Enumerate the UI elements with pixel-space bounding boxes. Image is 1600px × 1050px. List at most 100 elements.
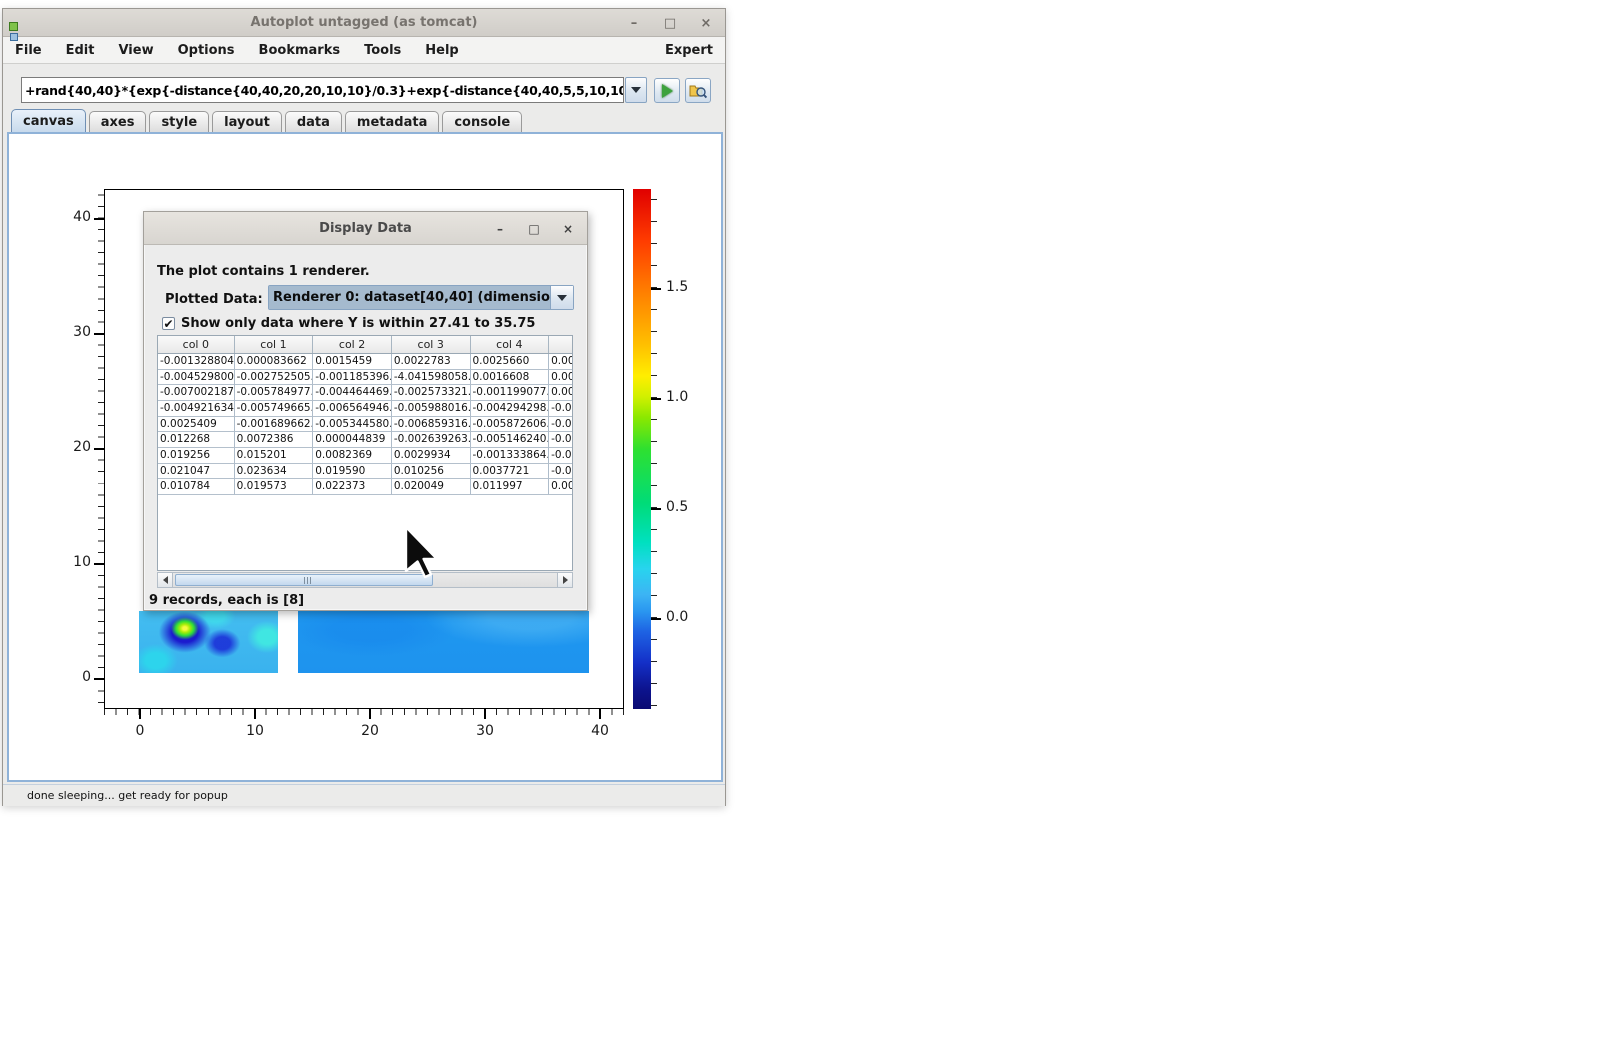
filter-checkbox[interactable]: ✔ bbox=[162, 317, 175, 330]
horizontal-scrollbar[interactable] bbox=[157, 572, 573, 588]
window-titlebar[interactable]: Autoplot untagged (as tomcat) – □ × bbox=[3, 9, 725, 37]
colorbar-major-tick bbox=[651, 618, 661, 620]
uri-dropdown-button[interactable] bbox=[625, 77, 647, 103]
app-window: Autoplot untagged (as tomcat) – □ × File… bbox=[2, 8, 726, 806]
tab-axes[interactable]: axes bbox=[89, 111, 147, 132]
table-cell: 0.012268 bbox=[158, 432, 235, 448]
colorbar-minor-ticks bbox=[651, 189, 657, 709]
plotted-data-combobox[interactable]: Renderer 0: dataset[40,40] (dimension... bbox=[268, 285, 574, 310]
table-cell: -4.041598058... bbox=[392, 370, 471, 386]
heatmap-left-segment[interactable] bbox=[139, 611, 278, 673]
menu-help[interactable]: Help bbox=[425, 43, 458, 58]
table-cell: 0.010784 bbox=[158, 479, 235, 495]
chevron-down-icon bbox=[631, 87, 641, 93]
heatmap-right-segment[interactable] bbox=[298, 611, 589, 673]
table-cell: -0.0 bbox=[549, 432, 572, 448]
table-cell: -0.005146240... bbox=[471, 432, 550, 448]
table-cell: 0.021047 bbox=[158, 464, 235, 480]
tab-canvas[interactable]: canvas bbox=[11, 109, 86, 132]
scrollbar-thumb[interactable] bbox=[175, 574, 433, 586]
plotted-data-selected-value: Renderer 0: dataset[40,40] (dimension... bbox=[269, 286, 551, 309]
table-cell: 0.0015459 bbox=[313, 354, 392, 370]
table-row[interactable]: 0.0025409-0.001689662...-0.005344580...-… bbox=[158, 417, 572, 433]
maximize-icon[interactable]: □ bbox=[659, 12, 681, 34]
data-source-type-icon[interactable] bbox=[9, 22, 19, 44]
table-row[interactable]: -0.001328804...0.0000836620.00154590.002… bbox=[158, 354, 572, 370]
table-row[interactable]: 0.0107840.0195730.0223730.0200490.011997… bbox=[158, 479, 572, 495]
table-cell: -0.005344580... bbox=[313, 417, 392, 433]
x-axis-major-tick bbox=[369, 709, 371, 719]
go-button[interactable] bbox=[654, 78, 680, 103]
screen: Autoplot untagged (as tomcat) – □ × File… bbox=[0, 0, 1600, 1050]
dialog-titlebar[interactable]: Display Data – □ × bbox=[144, 212, 587, 245]
scroll-left-button[interactable] bbox=[158, 573, 173, 587]
table-cell: -0.005784977... bbox=[235, 385, 314, 401]
scroll-right-button[interactable] bbox=[557, 573, 572, 587]
tab-bar: canvas axes style layout data metadata c… bbox=[11, 109, 522, 132]
table-cell: -0.001689662... bbox=[235, 417, 314, 433]
column-header[interactable]: col 2 bbox=[313, 336, 392, 353]
table-cell: -0.005749665... bbox=[235, 401, 314, 417]
close-icon[interactable]: × bbox=[695, 12, 717, 34]
tab-layout[interactable]: layout bbox=[212, 111, 282, 132]
filter-checkbox-row: ✔ Show only data where Y is within 27.41… bbox=[162, 316, 535, 331]
tab-label: metadata bbox=[357, 115, 427, 130]
dialog-title: Display Data bbox=[319, 221, 412, 236]
table-cell: 0.019256 bbox=[158, 448, 235, 464]
minimize-icon[interactable]: – bbox=[623, 12, 645, 34]
table-cell: 0.0082369 bbox=[313, 448, 392, 464]
table-cell: 0.00 bbox=[549, 479, 572, 495]
menu-edit[interactable]: Edit bbox=[66, 43, 95, 58]
column-header[interactable]: col 0 bbox=[158, 336, 235, 353]
inspect-uri-button[interactable] bbox=[685, 78, 711, 103]
table-cell: -0.002573321... bbox=[392, 385, 471, 401]
table-row[interactable]: 0.0192560.0152010.00823690.0029934-0.001… bbox=[158, 448, 572, 464]
table-row[interactable]: 0.0210470.0236340.0195900.0102560.003772… bbox=[158, 464, 572, 480]
x-axis-major-tick bbox=[254, 709, 256, 719]
data-source-blue-square-icon bbox=[10, 33, 18, 41]
tab-data[interactable]: data bbox=[285, 111, 342, 132]
table-cell: 0.0029934 bbox=[392, 448, 471, 464]
x-axis-tick-label: 30 bbox=[465, 723, 505, 739]
data-table[interactable]: col 0col 1col 2col 3col 4 -0.001328804..… bbox=[157, 335, 573, 571]
table-row[interactable]: -0.007002187...-0.005784977...-0.0044644… bbox=[158, 385, 572, 401]
table-cell: -0.001328804... bbox=[158, 354, 235, 370]
data-source-green-square-icon bbox=[9, 22, 18, 31]
menu-bookmarks[interactable]: Bookmarks bbox=[259, 43, 341, 58]
table-row[interactable]: -0.004921634...-0.005749665...-0.0065649… bbox=[158, 401, 572, 417]
column-header[interactable]: col 1 bbox=[235, 336, 314, 353]
tab-console[interactable]: console bbox=[442, 111, 522, 132]
tab-label: style bbox=[161, 115, 197, 130]
colorbar[interactable] bbox=[633, 189, 651, 709]
expert-menu[interactable]: Expert bbox=[665, 43, 713, 58]
table-cell: 0.019573 bbox=[235, 479, 314, 495]
menu-options[interactable]: Options bbox=[178, 43, 235, 58]
renderer-count-text: The plot contains 1 renderer. bbox=[157, 264, 370, 279]
table-cell: 0.022373 bbox=[313, 479, 392, 495]
uri-input[interactable]: +rand{40,40}*{exp{-distance{40,40,20,20,… bbox=[21, 77, 624, 103]
table-cell: -0.007002187... bbox=[158, 385, 235, 401]
table-cell: 0.0016608 bbox=[471, 370, 550, 386]
status-bar: done sleeping... get ready for popup bbox=[3, 784, 725, 806]
tab-metadata[interactable]: metadata bbox=[345, 111, 439, 132]
column-header[interactable] bbox=[549, 336, 572, 353]
x-axis-major-tick bbox=[599, 709, 601, 719]
menu-view[interactable]: View bbox=[118, 43, 153, 58]
dialog-maximize-icon[interactable]: □ bbox=[525, 220, 543, 238]
table-row[interactable]: 0.0122680.00723860.000044839-0.002639263… bbox=[158, 432, 572, 448]
dialog-close-icon[interactable]: × bbox=[559, 220, 577, 238]
table-row[interactable]: -0.004529800...-0.002752505...-0.0011853… bbox=[158, 370, 572, 386]
menu-file[interactable]: File bbox=[15, 43, 42, 58]
column-header[interactable]: col 3 bbox=[392, 336, 471, 353]
table-cell: -0.0 bbox=[549, 401, 572, 417]
combobox-arrow-button[interactable] bbox=[551, 286, 573, 309]
menu-tools[interactable]: Tools bbox=[364, 43, 401, 58]
dialog-minimize-icon[interactable]: – bbox=[491, 220, 509, 238]
table-cell: 0.0037721 bbox=[471, 464, 550, 480]
column-header[interactable]: col 4 bbox=[471, 336, 550, 353]
table-cell: 0.023634 bbox=[235, 464, 314, 480]
colorbar-major-tick bbox=[651, 288, 661, 290]
tab-style[interactable]: style bbox=[149, 111, 209, 132]
chevron-down-icon bbox=[557, 295, 567, 301]
x-axis-tick-label: 40 bbox=[580, 723, 620, 739]
